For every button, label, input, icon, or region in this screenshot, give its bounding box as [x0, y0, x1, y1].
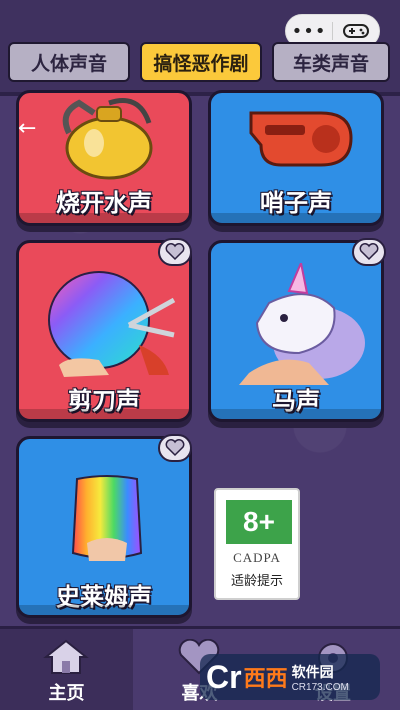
age-rating-badge: 8+ CADPA 适龄提示 [214, 488, 300, 600]
card-shade [211, 409, 381, 419]
favorite-heart-icon[interactable] [352, 238, 386, 266]
watermark-brand-c: Cr [206, 658, 242, 695]
more-menu-button[interactable]: ••• [286, 21, 332, 42]
sound-card-slime[interactable]: 史莱姆声 [16, 436, 192, 618]
scissors-icon [48, 271, 176, 377]
sound-card-horse[interactable]: 马声 [208, 240, 384, 422]
home-icon [43, 639, 89, 674]
watermark-text-block: 软件园 CR173.COM [292, 662, 349, 693]
card-shade [211, 213, 381, 223]
slime-icon [71, 475, 143, 561]
nav-home-label: 主页 [48, 683, 85, 704]
tab-body-sounds[interactable]: 人体声音 [8, 42, 130, 82]
card-shade [19, 213, 189, 223]
card-shade [19, 605, 189, 615]
watermark-logo: Cr 西西 软件园 CR173.COM [200, 654, 380, 700]
kettle-icon [62, 98, 153, 180]
watermark-brand-cn: 西西 [243, 667, 288, 692]
gamepad-icon[interactable] [333, 23, 379, 39]
sound-card-kettle[interactable]: 烧开水声 [16, 90, 192, 226]
tab-pranks[interactable]: 搞怪恶作剧 [140, 42, 262, 82]
top-bar: ••• 人体声音 搞怪恶作剧 车类声音 [0, 0, 400, 96]
card-shade [19, 409, 189, 419]
favorite-heart-icon[interactable] [158, 238, 192, 266]
sound-card-scissors[interactable]: 剪刀声 [16, 240, 192, 422]
rating-org: CADPA [233, 550, 281, 565]
age-rating: 8+ [226, 500, 292, 544]
rating-tip: 适龄提示 [230, 574, 283, 589]
watermark-url: CR173.COM [291, 681, 349, 693]
back-arrow-icon[interactable]: ← [18, 116, 36, 141]
category-tabs: 人体声音 搞怪恶作剧 车类声音 [0, 42, 400, 86]
whistle-icon [249, 111, 353, 167]
unicorn-icon [239, 263, 365, 385]
tab-vehicle-sounds[interactable]: 车类声音 [272, 42, 390, 82]
sound-card-whistle[interactable]: 哨子声 [208, 90, 384, 226]
favorite-heart-icon[interactable] [158, 434, 192, 462]
watermark-text: 软件园 [291, 664, 334, 681]
nav-home[interactable]: 主页 [0, 629, 133, 710]
